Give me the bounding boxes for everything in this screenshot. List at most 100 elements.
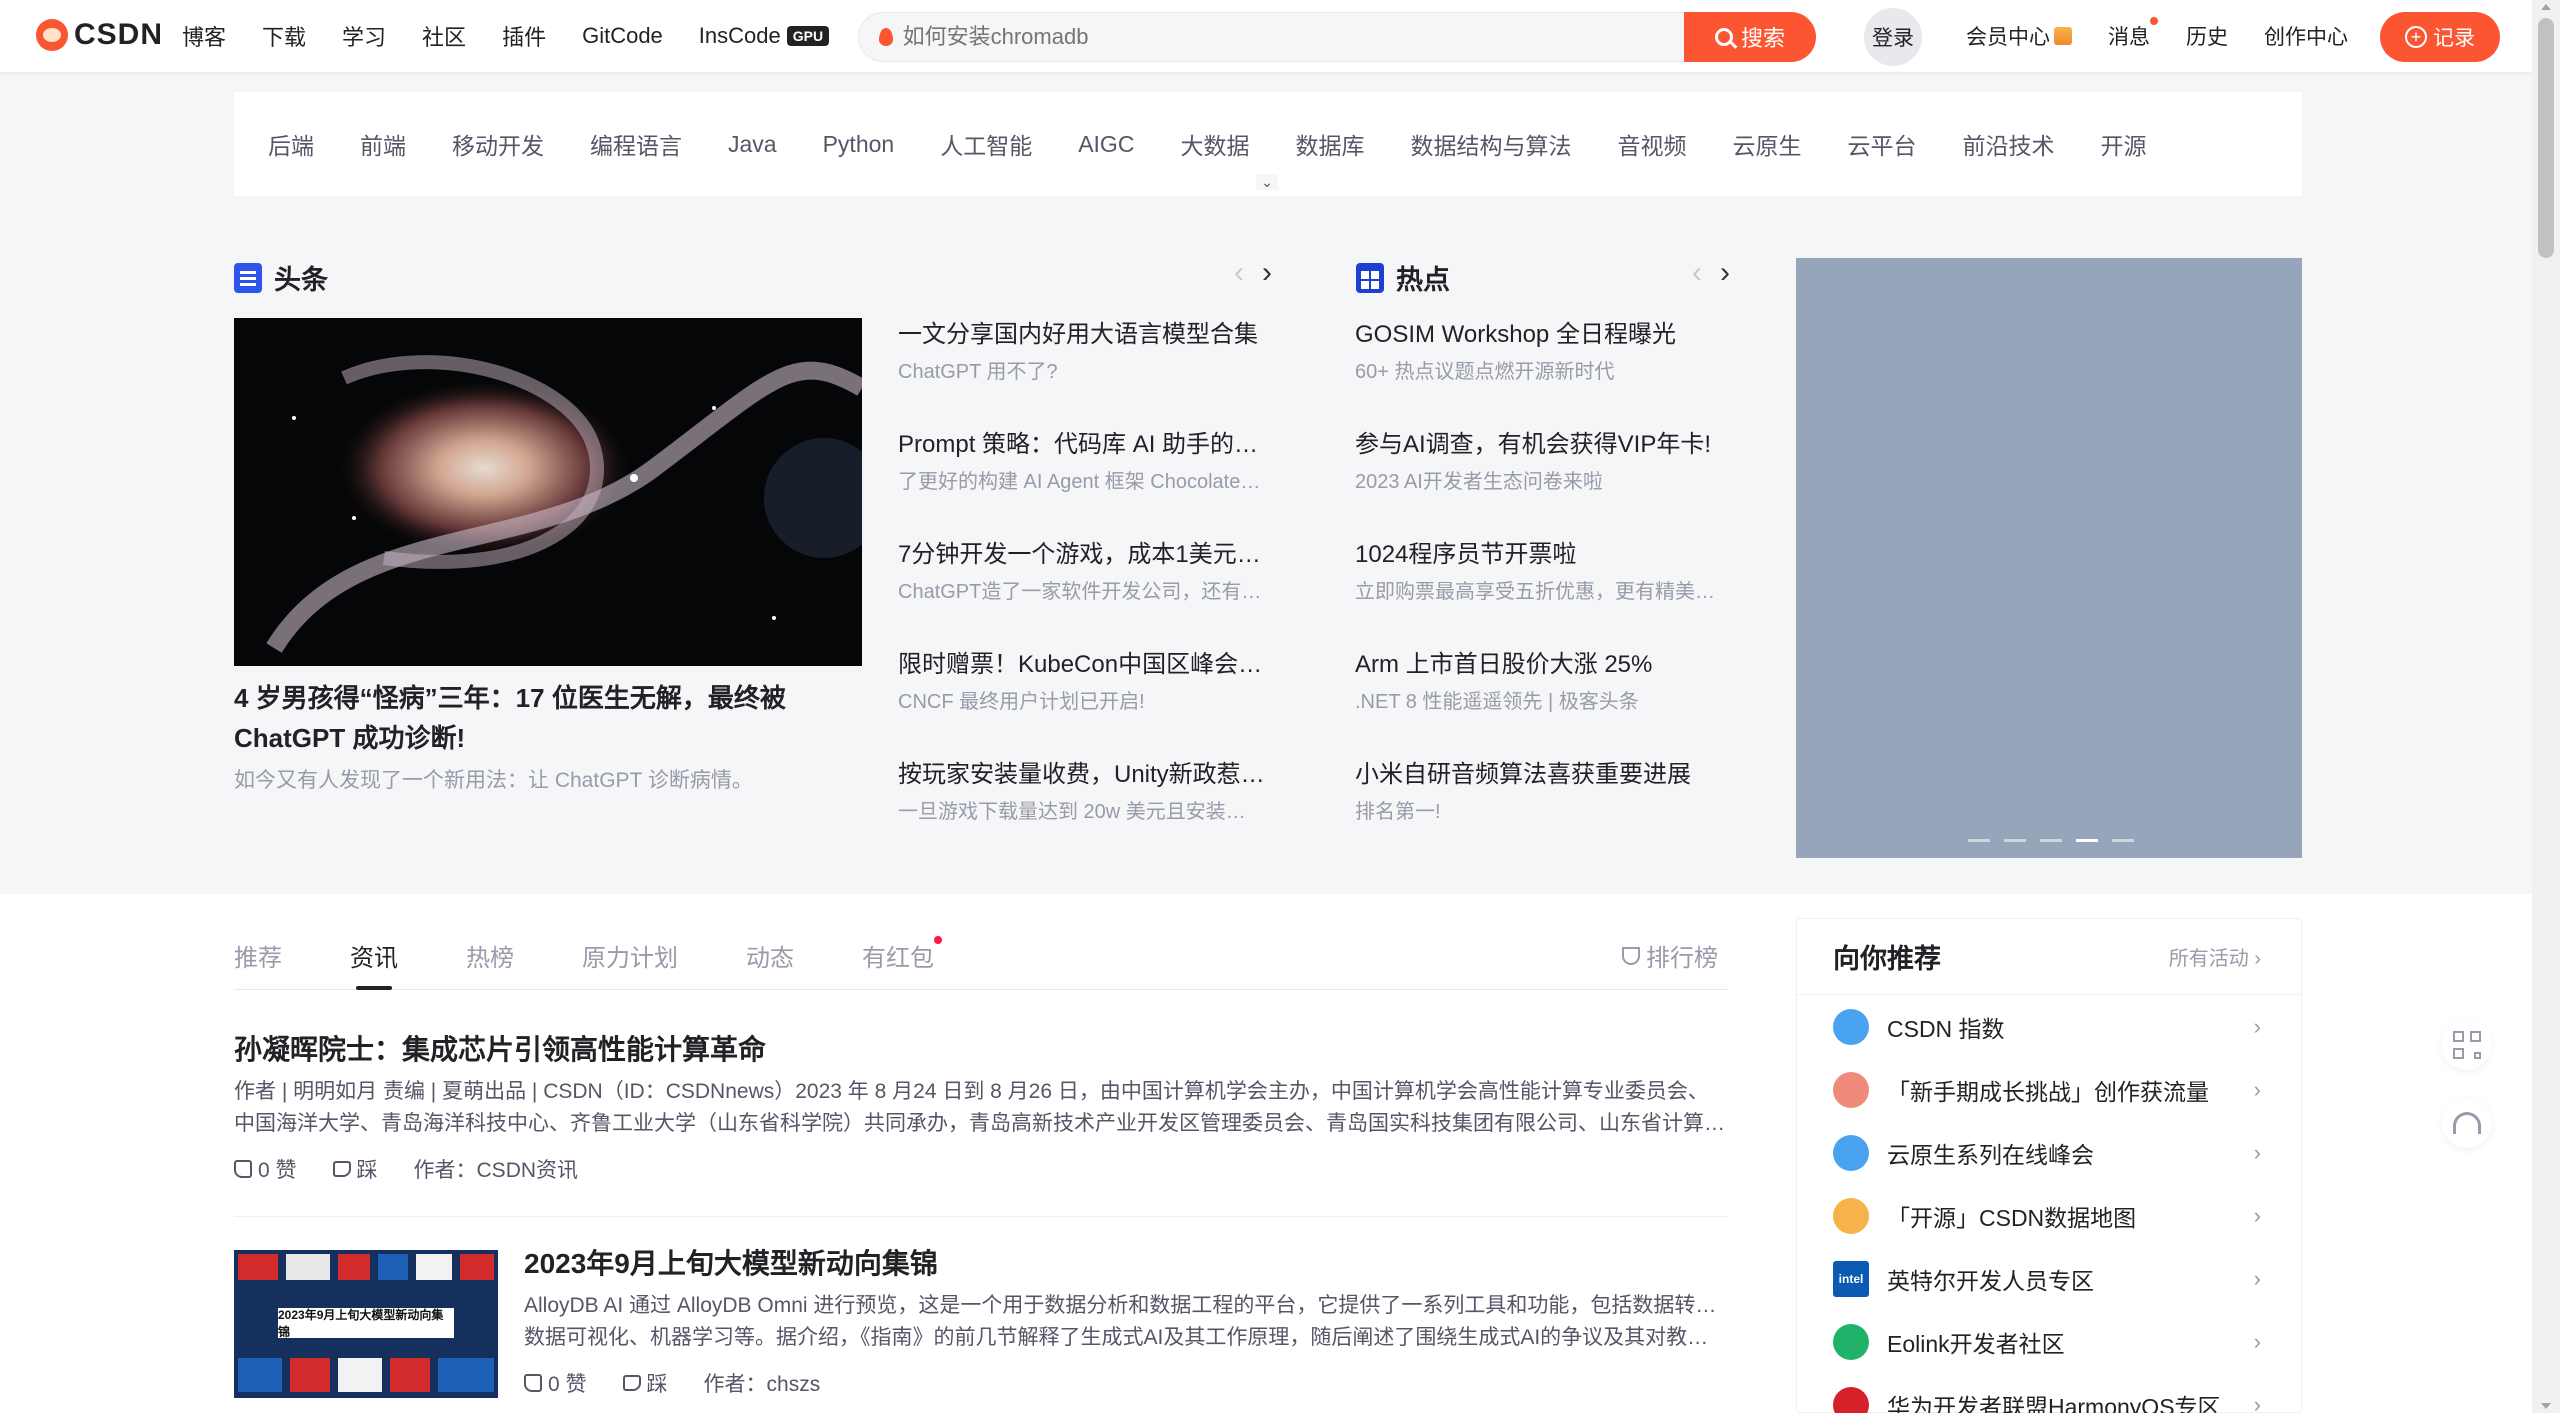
scroll-thumb[interactable] <box>2538 18 2554 258</box>
category-item[interactable]: 移动开发 <box>452 127 544 161</box>
carousel-dot[interactable] <box>2040 839 2062 842</box>
dislike-button[interactable]: 踩 <box>332 1154 378 1184</box>
chevron-down-icon[interactable]: ⌄ <box>1256 174 1278 190</box>
messages-link[interactable]: 消息 <box>2108 17 2158 51</box>
page-scrollbar[interactable] <box>2532 0 2560 1413</box>
category-item[interactable]: 后端 <box>268 127 314 161</box>
category-item[interactable]: 前沿技术 <box>1962 127 2054 161</box>
chevron-right-icon[interactable]: › <box>1720 256 1730 290</box>
all-activities-link[interactable]: 所有活动 › <box>2169 942 2261 971</box>
nav-community[interactable]: 社区 <box>422 20 466 52</box>
category-item[interactable]: Java <box>728 131 777 158</box>
member-center-link[interactable]: 会员中心 <box>1966 21 2072 51</box>
hot-title-text: 热点 <box>1396 265 1450 295</box>
ranking-link[interactable]: 排行榜 <box>1622 938 1718 973</box>
scroll-up-arrow[interactable] <box>2541 4 2551 10</box>
hot-item[interactable]: Arm 上市首日股价大涨 25% .NET 8 性能遥遥领先 | 极客头条 <box>1355 648 1735 758</box>
eolink-icon <box>1833 1323 1869 1360</box>
customer-service-button[interactable] <box>2442 1098 2492 1148</box>
tab-force-plan[interactable]: 原力计划 <box>582 938 678 990</box>
dislike-button[interactable]: 踩 <box>622 1368 668 1398</box>
tab-hot-list[interactable]: 热榜 <box>466 938 514 990</box>
article-author[interactable]: 作者：CSDN资讯 <box>414 1154 579 1184</box>
headset-icon <box>2453 1112 2481 1134</box>
recommend-list: CSDN 指数 › 「新手期成长挑战」创作获流量 › 云原生系列在线峰会 › 「开源」CSD… <box>1797 995 2301 1413</box>
category-item[interactable]: 前端 <box>360 127 406 161</box>
recommend-item[interactable]: Eolink开发者社区 › <box>1797 1310 2301 1373</box>
tab-updates[interactable]: 动态 <box>746 938 794 990</box>
category-item[interactable]: 云原生 <box>1732 127 1801 161</box>
nav-plugins[interactable]: 插件 <box>502 20 546 52</box>
category-item[interactable]: 音视频 <box>1617 127 1686 161</box>
hot-item[interactable]: 1024程序员节开票啦 立即购票最高享受五折优惠，更有精美… <box>1355 538 1735 648</box>
recommend-item[interactable]: intel 英特尔开发人员专区 › <box>1797 1247 2301 1310</box>
recommend-item[interactable]: 「新手期成长挑战」创作获流量 › <box>1797 1058 2301 1121</box>
qr-code-button[interactable] <box>2442 1020 2492 1070</box>
article-card[interactable]: 2023年9月上旬大模型新动向集锦 AlloyDB AI 通过 AlloyDB … <box>524 1244 1728 1398</box>
recommend-item[interactable]: CSDN 指数 › <box>1797 995 2301 1058</box>
category-item[interactable]: 编程语言 <box>590 127 682 161</box>
category-item[interactable]: 数据结构与算法 <box>1410 127 1571 161</box>
record-button[interactable]: + 记录 <box>2380 12 2500 62</box>
search-input[interactable] <box>902 24 1684 50</box>
recommend-item[interactable]: 「开源」CSDN数据地图 › <box>1797 1184 2301 1247</box>
nav-inscode[interactable]: InsCode GPU <box>699 23 830 49</box>
article-author[interactable]: 作者：chszs <box>704 1368 821 1398</box>
carousel-dot[interactable] <box>2112 839 2134 842</box>
article-title[interactable]: 2023年9月上旬大模型新动向集锦 <box>524 1244 1728 1284</box>
category-item[interactable]: Python <box>823 131 895 158</box>
carousel-dot[interactable] <box>2076 839 2098 842</box>
recommend-item[interactable]: 云原生系列在线峰会 › <box>1797 1121 2301 1184</box>
map-icon <box>1833 1197 1869 1234</box>
category-item[interactable]: 人工智能 <box>940 127 1032 161</box>
nav-gitcode[interactable]: GitCode <box>582 23 663 49</box>
chevron-left-icon[interactable]: ‹ <box>1234 256 1244 290</box>
headline-item[interactable]: 按玩家安装量收费，Unity新政惹… 一旦游戏下载量达到 20w 美元且安装… <box>898 758 1280 868</box>
tab-news[interactable]: 资讯 <box>350 938 398 990</box>
headline-image[interactable] <box>234 318 862 666</box>
article-title[interactable]: 孙凝晖院士：集成芯片引领高性能计算革命 <box>234 1030 1728 1070</box>
carousel-dot[interactable] <box>2004 839 2026 842</box>
history-link[interactable]: 历史 <box>2186 21 2228 51</box>
nav-blog[interactable]: 博客 <box>182 20 226 52</box>
category-item[interactable]: 大数据 <box>1180 127 1249 161</box>
like-button[interactable]: 0 赞 <box>524 1368 587 1398</box>
chevron-right-icon[interactable]: › <box>1262 256 1272 290</box>
hot-item[interactable]: 小米自研音频算法喜获重要进展 排名第一! <box>1355 758 1735 868</box>
article-thumbnail[interactable]: 2023年9月上旬大模型新动向集锦 <box>234 1250 498 1398</box>
csdn-logo[interactable]: CSDN <box>36 18 163 52</box>
document-icon <box>234 262 262 293</box>
category-item[interactable]: 数据库 <box>1295 127 1364 161</box>
recommend-item[interactable]: 华为开发者联盟HarmonyOS专区 › <box>1797 1373 2301 1413</box>
creator-center-link[interactable]: 创作中心 <box>2264 21 2348 51</box>
hot-item[interactable]: 参与AI调查，有机会获得VIP年卡! 2023 AI开发者生态问卷来啦 <box>1355 428 1735 538</box>
headline-section-title: 头条 <box>234 258 328 297</box>
headline-item[interactable]: 一文分享国内好用大语言模型合集 ChatGPT 用不了? <box>898 318 1280 428</box>
category-item[interactable]: AIGC <box>1078 131 1134 158</box>
tab-red-packet[interactable]: 有红包 <box>862 936 942 990</box>
category-item[interactable]: 开源 <box>2100 127 2146 161</box>
headline-item[interactable]: 限时赠票！KubeCon中国区峰会… CNCF 最终用户计划已开启! <box>898 648 1280 758</box>
carousel-dot[interactable] <box>1968 839 1990 842</box>
headline-main-title[interactable]: 4 岁男孩得“怪病”三年：17 位医生无解，最终被 ChatGPT 成功诊断! <box>234 678 864 758</box>
nav-learn[interactable]: 学习 <box>342 20 386 52</box>
article-card[interactable]: 孙凝晖院士：集成芯片引领高性能计算革命 作者 | 明明如月 责编 | 夏萌出品 … <box>234 1030 1728 1184</box>
headline-item[interactable]: Prompt 策略：代码库 AI 助手的… 了更好的构建 AI Agent 框架 … <box>898 428 1280 538</box>
headline-item-title: 按玩家安装量收费，Unity新政惹… <box>898 761 1265 788</box>
login-button[interactable]: 登录 <box>1864 8 1922 66</box>
recommend-item-label: 云原生系列在线峰会 <box>1887 1141 2094 1168</box>
like-button[interactable]: 0 赞 <box>234 1154 297 1184</box>
nav-download[interactable]: 下载 <box>262 20 306 52</box>
hot-item[interactable]: GOSIM Workshop 全日程曝光 60+ 热点议题点燃开源新时代 <box>1355 318 1735 428</box>
chevron-right-icon: › <box>2253 1013 2261 1039</box>
thumbs-up-icon <box>234 1160 252 1178</box>
search-button[interactable]: 搜索 <box>1684 12 1816 62</box>
tab-recommend[interactable]: 推荐 <box>234 938 282 990</box>
headline-item-subtitle: ChatGPT造了一家软件开发公司，还有… <box>898 581 1262 603</box>
carousel-banner[interactable] <box>1796 258 2302 858</box>
headline-item[interactable]: 7分钟开发一个游戏，成本1美元… ChatGPT造了一家软件开发公司，还有… <box>898 538 1280 648</box>
chevron-left-icon[interactable]: ‹ <box>1692 256 1702 290</box>
category-item[interactable]: 云平台 <box>1847 127 1916 161</box>
recommend-item-label: 「开源」CSDN数据地图 <box>1887 1204 2137 1231</box>
scroll-down-arrow[interactable] <box>2541 1403 2551 1409</box>
